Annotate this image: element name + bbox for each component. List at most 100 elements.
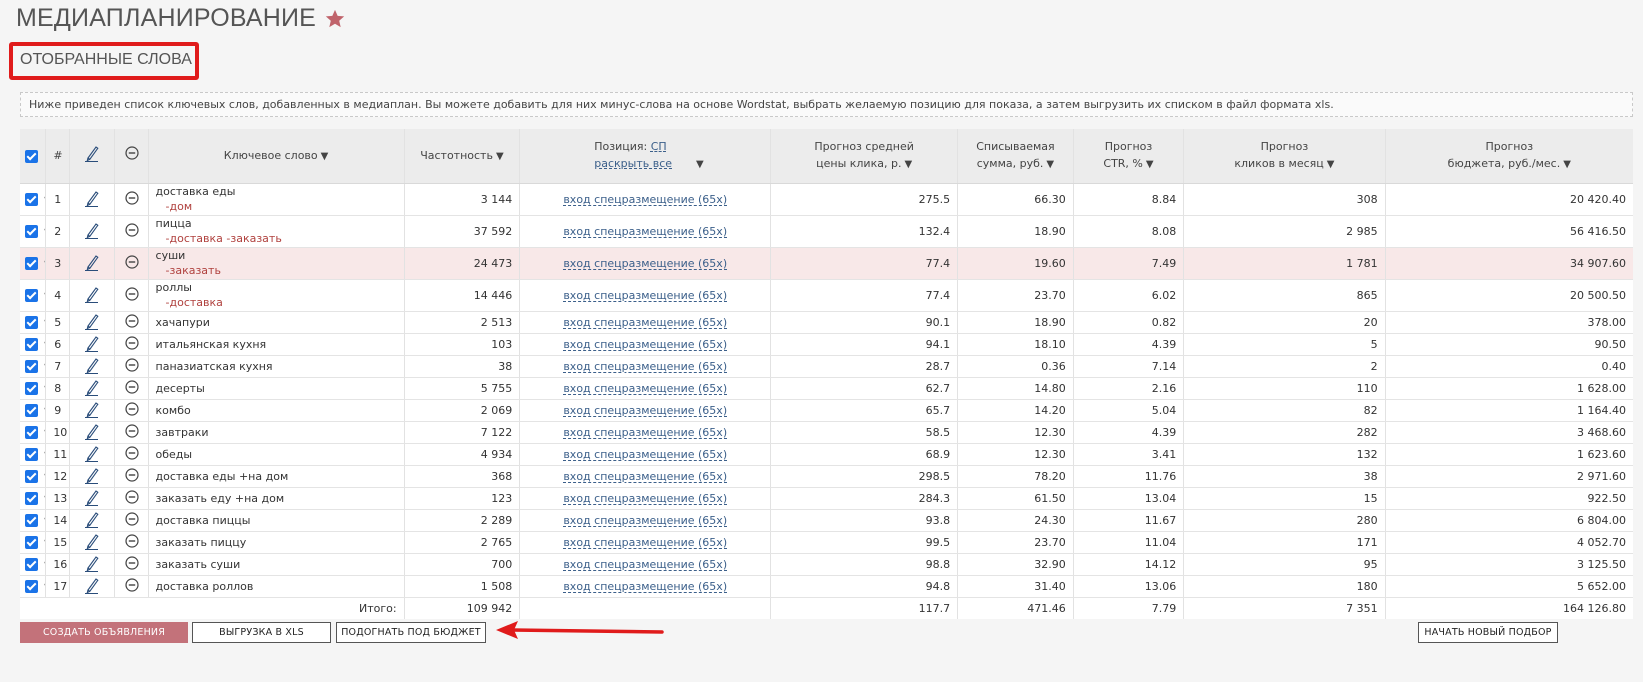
pencil-icon[interactable] xyxy=(84,554,100,572)
minus-circle-icon[interactable] xyxy=(124,511,139,526)
edit-cell[interactable] xyxy=(69,279,116,312)
position-link[interactable]: вход спецразмещение (65х) xyxy=(563,492,727,505)
row-checkbox[interactable] xyxy=(25,224,38,238)
header-budget[interactable]: Прогноз бюджета, руб./мес. ▼ xyxy=(1385,129,1633,184)
sort-icon[interactable]: ▼ xyxy=(904,159,912,170)
row-checkbox[interactable] xyxy=(25,315,38,329)
edit-cell[interactable] xyxy=(69,399,116,422)
row-checkbox-cell[interactable]: ▼ xyxy=(20,487,47,510)
row-checkbox[interactable] xyxy=(25,513,38,527)
edit-cell[interactable] xyxy=(69,311,116,334)
pencil-icon[interactable] xyxy=(84,253,100,271)
row-checkbox-cell[interactable]: ▼ xyxy=(20,279,47,312)
remove-cell[interactable] xyxy=(114,183,149,216)
remove-cell[interactable] xyxy=(114,399,149,422)
remove-cell[interactable] xyxy=(114,421,149,444)
remove-cell[interactable] xyxy=(114,311,149,334)
edit-cell[interactable] xyxy=(69,487,116,510)
minus-circle-icon[interactable] xyxy=(124,313,139,328)
edit-cell[interactable] xyxy=(69,215,116,248)
edit-cell[interactable] xyxy=(69,247,116,280)
remove-cell[interactable] xyxy=(114,553,149,576)
minus-circle-icon[interactable] xyxy=(124,379,139,394)
remove-cell[interactable] xyxy=(114,465,149,488)
row-checkbox[interactable] xyxy=(25,557,38,571)
minus-circle-icon[interactable] xyxy=(124,555,139,570)
edit-cell[interactable] xyxy=(69,333,116,356)
minus-circle-icon[interactable] xyxy=(124,222,139,237)
remove-cell[interactable] xyxy=(114,531,149,554)
minus-words[interactable]: -доставка xyxy=(156,295,397,310)
row-checkbox[interactable] xyxy=(25,425,38,439)
pencil-icon[interactable] xyxy=(84,285,100,303)
edit-cell[interactable] xyxy=(69,355,116,378)
row-checkbox[interactable] xyxy=(25,288,38,302)
remove-cell[interactable] xyxy=(114,355,149,378)
pencil-icon[interactable] xyxy=(84,334,100,352)
row-checkbox-cell[interactable]: ▼ xyxy=(20,465,47,488)
header-frequency[interactable]: Частотность ▼ xyxy=(404,129,521,184)
row-checkbox[interactable] xyxy=(25,192,38,206)
header-clicks[interactable]: Прогноз кликов в месяц ▼ xyxy=(1183,129,1386,184)
edit-cell[interactable] xyxy=(69,183,116,216)
position-link[interactable]: вход спецразмещение (65х) xyxy=(563,470,727,483)
sort-icon[interactable]: ▼ xyxy=(1327,159,1335,170)
sort-icon[interactable]: ▼ xyxy=(321,151,329,162)
star-icon[interactable] xyxy=(324,8,346,30)
minus-words[interactable]: -доставка -заказать xyxy=(156,231,397,246)
pencil-icon[interactable] xyxy=(84,576,100,594)
remove-cell[interactable] xyxy=(114,333,149,356)
pencil-icon[interactable] xyxy=(84,510,100,528)
pencil-icon[interactable] xyxy=(84,189,100,207)
row-checkbox-cell[interactable]: ▼ xyxy=(20,509,47,532)
row-checkbox[interactable] xyxy=(25,359,38,373)
edit-cell[interactable] xyxy=(69,443,116,466)
edit-cell[interactable] xyxy=(69,377,116,400)
header-ctr[interactable]: Прогноз CTR, % ▼ xyxy=(1073,129,1185,184)
position-link[interactable]: вход спецразмещение (65х) xyxy=(563,338,727,351)
position-link[interactable]: вход спецразмещение (65х) xyxy=(563,514,727,527)
edit-cell[interactable] xyxy=(69,421,116,444)
pencil-icon[interactable] xyxy=(84,532,100,550)
pencil-icon[interactable] xyxy=(84,221,100,239)
row-checkbox-cell[interactable]: ▼ xyxy=(20,215,47,248)
position-sp-link[interactable]: СП xyxy=(651,140,667,153)
position-link[interactable]: вход спецразмещение (65х) xyxy=(563,289,727,302)
position-link[interactable]: вход спецразмещение (65х) xyxy=(563,558,727,571)
row-checkbox[interactable] xyxy=(25,256,38,270)
row-checkbox-cell[interactable]: ▼ xyxy=(20,333,47,356)
row-checkbox-cell[interactable]: ▼ xyxy=(20,377,47,400)
pencil-icon[interactable] xyxy=(84,422,100,440)
row-checkbox[interactable] xyxy=(25,447,38,461)
minus-circle-icon[interactable] xyxy=(124,467,139,482)
row-checkbox-cell[interactable]: ▼ xyxy=(20,531,47,554)
header-charge[interactable]: Списываемая сумма, руб. ▼ xyxy=(957,129,1074,184)
row-checkbox-cell[interactable]: ▼ xyxy=(20,399,47,422)
minus-circle-icon[interactable] xyxy=(124,423,139,438)
remove-cell[interactable] xyxy=(114,509,149,532)
new-search-button[interactable]: НАЧАТЬ НОВЫЙ ПОДБОР xyxy=(1418,622,1558,643)
row-checkbox[interactable] xyxy=(25,381,38,395)
minus-circle-icon[interactable] xyxy=(124,254,139,269)
pencil-icon[interactable] xyxy=(84,378,100,396)
position-link[interactable]: вход спецразмещение (65х) xyxy=(563,536,727,549)
edit-cell[interactable] xyxy=(69,575,116,598)
select-all-checkbox[interactable] xyxy=(25,149,38,163)
header-keyword[interactable]: Ключевое слово ▼ xyxy=(148,129,405,184)
row-checkbox-cell[interactable]: ▼ xyxy=(20,355,47,378)
minus-circle-icon[interactable] xyxy=(124,335,139,350)
minus-circle-icon[interactable] xyxy=(124,577,139,592)
position-link[interactable]: вход спецразмещение (65х) xyxy=(563,360,727,373)
position-link[interactable]: вход спецразмещение (65х) xyxy=(563,448,727,461)
row-checkbox-cell[interactable]: ▼ xyxy=(20,443,47,466)
pencil-icon[interactable] xyxy=(84,488,100,506)
row-checkbox-cell[interactable]: ▼ xyxy=(20,311,47,334)
minus-words[interactable]: -заказать xyxy=(156,263,397,278)
row-checkbox[interactable] xyxy=(25,337,38,351)
pencil-icon[interactable] xyxy=(84,312,100,330)
row-checkbox[interactable] xyxy=(25,535,38,549)
remove-cell[interactable] xyxy=(114,247,149,280)
expand-all-link[interactable]: раскрыть все xyxy=(594,157,672,170)
position-link[interactable]: вход спецразмещение (65х) xyxy=(563,257,727,270)
remove-cell[interactable] xyxy=(114,215,149,248)
